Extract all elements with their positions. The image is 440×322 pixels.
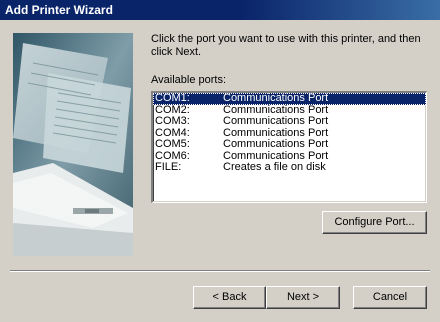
title-bar: Add Printer Wizard — [0, 0, 440, 20]
available-ports-label: Available ports: — [151, 74, 227, 86]
printer-illustration-icon — [13, 33, 133, 256]
back-label: < Back — [212, 291, 247, 303]
add-printer-wizard-window: Add Printer Wizard Click the port you wa… — [0, 0, 440, 322]
ports-listbox[interactable]: COM1: Communications Port COM2: Communicati… — [151, 91, 427, 203]
printer-illustration — [13, 33, 133, 256]
port-name: COM3: — [155, 115, 190, 127]
port-name: COM5: — [155, 138, 190, 150]
port-description: Communications Port — [223, 92, 329, 104]
next-label: Next > — [286, 291, 320, 303]
port-description: Communications Port — [223, 115, 329, 127]
port-row[interactable]: COM1: Communications Port — [153, 93, 426, 105]
port-row[interactable]: COM5: Communications Port — [153, 138, 426, 151]
window-title: Add Printer Wizard — [5, 3, 113, 17]
port-row[interactable]: FILE: Creates a file on disk — [153, 161, 426, 174]
cancel-label: Cancel — [372, 291, 408, 303]
port-row[interactable]: COM3: Communications Port — [153, 115, 426, 128]
port-name: COM1: — [155, 92, 190, 104]
configure-port-button[interactable]: Configure Port... — [322, 211, 427, 234]
cancel-button[interactable]: Cancel — [353, 286, 427, 309]
divider — [10, 270, 430, 272]
back-button[interactable]: < Back — [193, 286, 266, 309]
next-button[interactable]: Next > — [266, 286, 340, 309]
configure-port-label: Configure Port... — [334, 216, 415, 228]
port-description: Communications Port — [223, 138, 329, 150]
port-name: FILE: — [155, 161, 182, 173]
port-description: Creates a file on disk — [223, 161, 326, 173]
instruction-text: Click the port you want to use with this… — [151, 33, 421, 58]
